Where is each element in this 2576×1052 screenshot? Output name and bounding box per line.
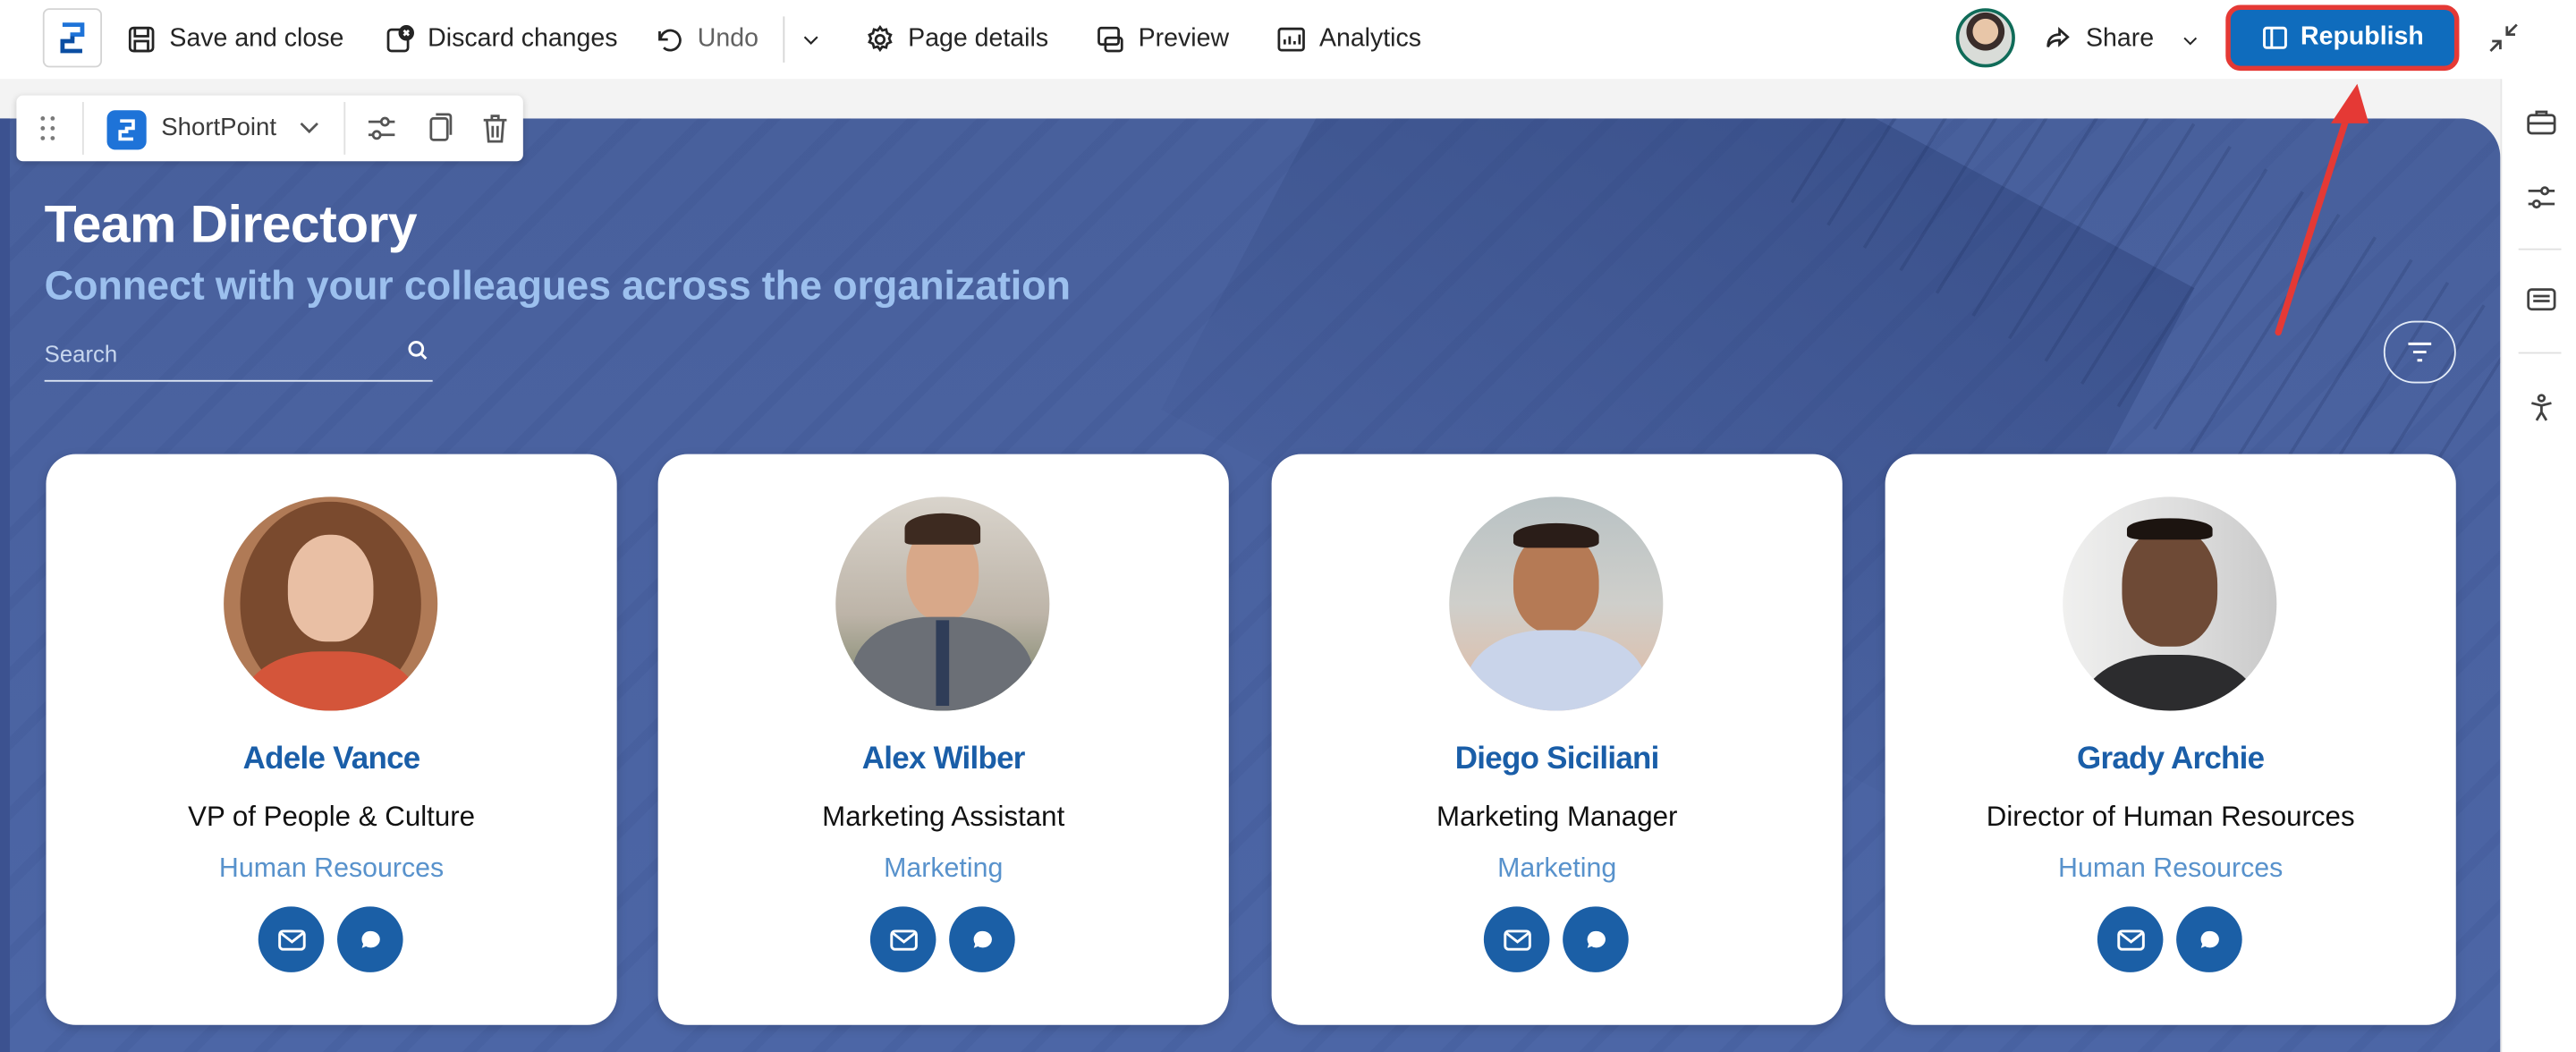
chat-button[interactable] bbox=[2176, 906, 2242, 972]
chat-icon bbox=[1586, 929, 1606, 947]
book-icon bbox=[2262, 26, 2287, 49]
discard-icon bbox=[386, 25, 414, 53]
app-logo-icon[interactable] bbox=[42, 8, 103, 68]
analytics-icon bbox=[1277, 27, 1305, 52]
chat-button[interactable] bbox=[1563, 906, 1629, 972]
chat-icon bbox=[360, 929, 379, 947]
filter-button[interactable] bbox=[2383, 320, 2456, 384]
discard-changes-button[interactable]: Discard changes bbox=[385, 0, 617, 79]
analytics-button[interactable]: Analytics bbox=[1276, 0, 1421, 79]
search-box bbox=[44, 332, 433, 382]
save-and-close-button[interactable]: Save and close bbox=[127, 0, 344, 79]
share-icon bbox=[2046, 27, 2070, 47]
mail-icon bbox=[1503, 929, 1530, 950]
person-department: Human Resources bbox=[2058, 853, 2284, 884]
person-card[interactable]: Diego Siciliani Marketing Manager Market… bbox=[1271, 454, 1843, 1025]
search-input[interactable] bbox=[44, 332, 390, 376]
person-name[interactable]: Adele Vance bbox=[46, 742, 616, 777]
shortpoint-logo-icon bbox=[106, 110, 147, 150]
share-button[interactable]: Share bbox=[2043, 0, 2201, 79]
person-card[interactable]: Alex Wilber Marketing Assistant Marketin… bbox=[657, 454, 1229, 1025]
profile-photo bbox=[1449, 496, 1664, 711]
preview-icon bbox=[1097, 26, 1123, 53]
chevron-down-icon bbox=[803, 36, 818, 45]
republish-button[interactable]: Republish bbox=[2225, 4, 2460, 72]
person-name[interactable]: Alex Wilber bbox=[658, 742, 1229, 777]
chat-button[interactable] bbox=[949, 906, 1015, 972]
mail-icon bbox=[277, 929, 305, 950]
chat-button[interactable] bbox=[337, 906, 403, 972]
chevron-down-icon bbox=[2184, 36, 2198, 45]
user-avatar[interactable] bbox=[1955, 8, 2015, 68]
discard-changes-label: Discard changes bbox=[428, 24, 618, 53]
person-card[interactable]: Grady Archie Director of Human Resources… bbox=[1885, 454, 2456, 1025]
filter-icon bbox=[2408, 342, 2432, 362]
email-button[interactable] bbox=[869, 906, 936, 972]
email-button[interactable] bbox=[2097, 906, 2164, 972]
settings-sliders-icon[interactable] bbox=[2525, 181, 2558, 214]
email-button[interactable] bbox=[1483, 906, 1550, 972]
chat-icon bbox=[2199, 929, 2218, 947]
mail-icon bbox=[2116, 929, 2144, 950]
duplicate-icon[interactable] bbox=[421, 110, 457, 146]
annotation-arrow-icon bbox=[2275, 83, 2369, 336]
save-icon bbox=[128, 26, 155, 53]
person-name[interactable]: Grady Archie bbox=[1885, 742, 2456, 777]
analytics-label: Analytics bbox=[1318, 24, 1422, 53]
profile-photo bbox=[2063, 496, 2277, 711]
command-bar: Save and close Discard changes Undo Page… bbox=[0, 0, 2576, 80]
chevron-down-icon[interactable] bbox=[298, 115, 321, 139]
drag-handle-icon[interactable] bbox=[39, 114, 55, 143]
profile-photo bbox=[224, 496, 438, 711]
page-details-button[interactable]: Page details bbox=[865, 0, 1048, 79]
save-and-close-label: Save and close bbox=[169, 24, 344, 53]
profile-photo bbox=[835, 496, 1050, 711]
preview-label: Preview bbox=[1138, 24, 1230, 53]
undo-label: Undo bbox=[697, 24, 758, 53]
person-card[interactable]: Adele Vance VP of People & Culture Human… bbox=[46, 454, 617, 1025]
person-department: Marketing bbox=[1497, 853, 1617, 884]
republish-label: Republish bbox=[2301, 22, 2424, 52]
person-name[interactable]: Diego Siciliani bbox=[1272, 742, 1843, 777]
person-title: Marketing Assistant bbox=[822, 801, 1065, 833]
person-department: Human Resources bbox=[218, 853, 445, 884]
divider bbox=[783, 16, 785, 63]
accessibility-icon[interactable] bbox=[2525, 392, 2558, 425]
right-toolbox-rail bbox=[2500, 79, 2576, 1052]
page-details-label: Page details bbox=[908, 24, 1049, 53]
page-title: Team Directory bbox=[44, 194, 418, 254]
email-button[interactable] bbox=[258, 906, 325, 972]
collapse-icon[interactable] bbox=[2486, 20, 2521, 55]
undo-dropdown-button[interactable] bbox=[800, 0, 823, 79]
person-title: Director of Human Resources bbox=[1986, 801, 2355, 833]
person-department: Marketing bbox=[884, 853, 1004, 884]
share-label: Share bbox=[2085, 24, 2155, 53]
undo-icon bbox=[658, 29, 682, 52]
chat-icon bbox=[972, 929, 992, 947]
preview-button[interactable]: Preview bbox=[1096, 0, 1229, 79]
search-icon[interactable] bbox=[406, 339, 429, 362]
undo-button[interactable]: Undo bbox=[655, 0, 758, 79]
webpart-name[interactable]: ShortPoint bbox=[161, 114, 276, 141]
toolbox-icon[interactable] bbox=[2525, 106, 2558, 139]
gear-icon bbox=[868, 24, 893, 53]
page-subtitle: Connect with your colleagues across the … bbox=[44, 265, 1071, 310]
person-title: VP of People & Culture bbox=[188, 801, 476, 833]
person-title: Marketing Manager bbox=[1436, 801, 1678, 833]
mail-icon bbox=[889, 929, 917, 950]
settings-sliders-icon[interactable] bbox=[363, 110, 399, 146]
delete-icon[interactable] bbox=[477, 110, 513, 146]
section-layout-icon[interactable] bbox=[2525, 283, 2558, 316]
